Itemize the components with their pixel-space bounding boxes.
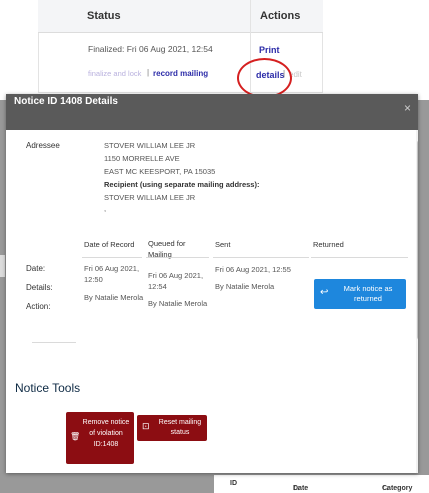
link-separator: | [147, 68, 150, 77]
reset-mailing-label: Reset mailing status [158, 419, 202, 436]
column-underline [213, 257, 309, 258]
screenshot-stage: Status Actions Finalized: Fri 06 Aug 202… [0, 0, 429, 493]
section-divider [32, 342, 76, 343]
id-column-header: ID [230, 480, 237, 487]
column-underline [146, 257, 209, 258]
reset-mailing-button[interactable]: ⊡ Reset mailing status [137, 415, 207, 441]
notices-table-header: Status Actions [38, 0, 323, 33]
background-page-edge [0, 255, 5, 277]
details-row-label: Details: [26, 283, 53, 292]
address-line: EAST MC KEESPORT, PA 15035 [104, 167, 216, 176]
notice-details-modal: Notice ID 1408 Details × ▲ ▼ Adressee ST… [6, 94, 418, 473]
reset-icon: ⊡ [142, 421, 150, 431]
addressee-label: Adressee [26, 141, 60, 150]
date-of-record-value: Fri 06 Aug 2021, 12:50 [84, 264, 140, 284]
sent-header: Sent [215, 240, 231, 249]
recipient-extra: , [104, 204, 107, 213]
trash-icon: 🗑 [70, 432, 81, 441]
print-link[interactable]: Print [259, 45, 280, 55]
action-row-label: Action: [26, 302, 51, 311]
modal-header: Notice ID 1408 Details × [6, 94, 418, 130]
status-text: Finalized: Fri 06 Aug 2021, 12:54 [88, 44, 213, 54]
scrollbar-thumb[interactable] [417, 140, 418, 340]
actions-column-header: Actions [260, 10, 301, 22]
queued-value: Fri 06 Aug 2021, 12:54 [148, 271, 204, 291]
scroll-up-arrow-icon[interactable]: ▲ [417, 131, 418, 137]
modal-title: Notice ID 1408 Details [14, 96, 118, 107]
sort-icon: ↑↓ [382, 485, 389, 492]
return-arrow-icon: ↩ [320, 287, 329, 298]
column-underline [311, 257, 408, 258]
mark-returned-label: Mark notice as returned [343, 284, 393, 303]
sort-icon: ↑↓ [293, 485, 300, 492]
date-of-record-header: Date of Record [84, 240, 135, 249]
record-mailing-link[interactable]: record mailing [153, 69, 208, 78]
mark-returned-button[interactable]: ↩ Mark notice as returned [314, 279, 406, 309]
modal-scrollbar[interactable]: ▲ ▼ [416, 130, 418, 473]
close-icon[interactable]: × [404, 101, 411, 115]
notice-tools-title: Notice Tools [15, 381, 81, 395]
bottom-table-header: ID Date ↑↓ Category ↑↓ [214, 475, 429, 493]
column-underline [82, 257, 142, 258]
address-line: STOVER WILLIAM LEE JR [104, 141, 196, 150]
remove-notice-label: Remove notice of violation ID:1408 [82, 419, 130, 448]
address-line: 1150 MORRELLE AVE [104, 154, 180, 163]
sent-by: By Natalie Merola [215, 282, 275, 291]
queued-by: By Natalie Merola [148, 299, 208, 308]
date-row-label: Date: [26, 264, 46, 273]
annotation-circle [237, 58, 292, 98]
recipient-name: STOVER WILLIAM LEE JR [104, 193, 196, 202]
returned-header: Returned [313, 240, 344, 249]
recipient-label: Recipient (using separate mailing addres… [104, 180, 260, 189]
date-of-record-by: By Natalie Merola [84, 293, 144, 302]
finalize-lock-link[interactable]: finalize and lock [88, 69, 141, 78]
sent-value: Fri 06 Aug 2021, 12:55 [215, 265, 291, 274]
scroll-down-arrow-icon[interactable]: ▼ [417, 464, 418, 470]
remove-notice-button[interactable]: 🗑 Remove notice of violation ID:1408 [66, 412, 134, 464]
status-column-header: Status [87, 10, 121, 22]
